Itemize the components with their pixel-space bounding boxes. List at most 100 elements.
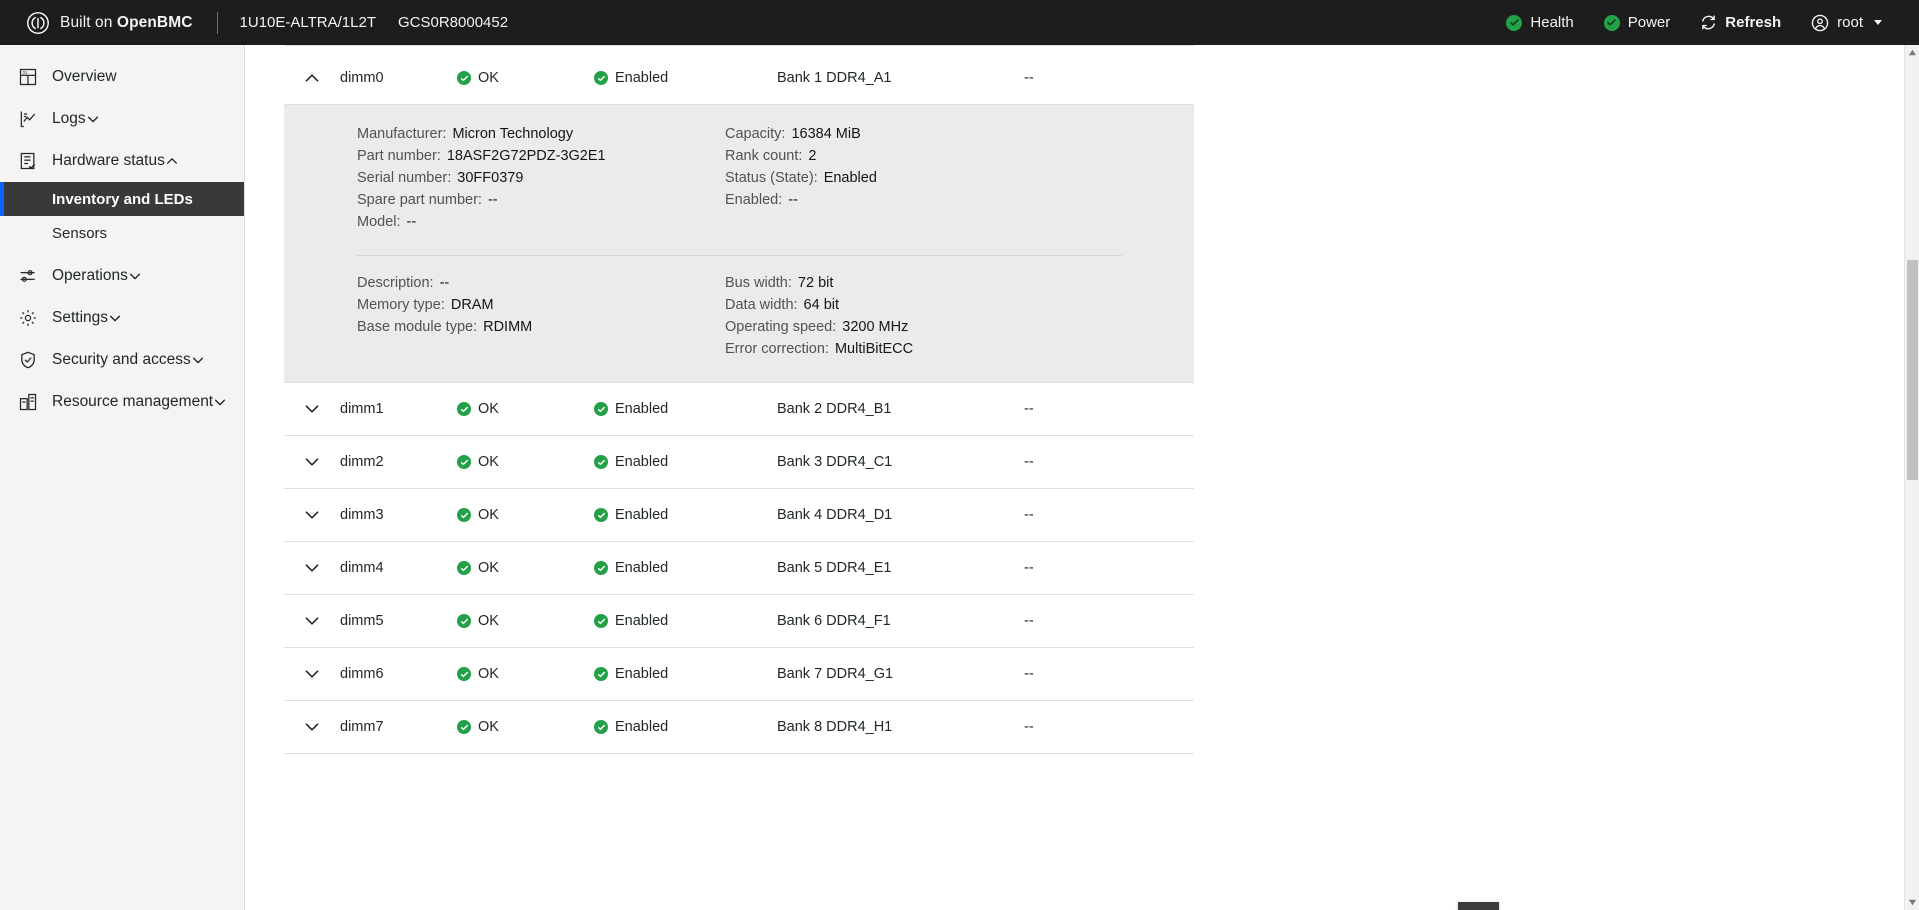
detail-field-bus-width: Bus width: 72 bit <box>725 272 1124 294</box>
detail-section-identity: Manufacturer: Micron Technology Part num… <box>284 123 1194 233</box>
row-location: Bank 5 DDR4_E1 <box>777 560 892 576</box>
scrollbar-arrow-up[interactable] <box>1905 45 1919 60</box>
row-location: Bank 7 DDR4_G1 <box>777 666 894 682</box>
detail-key: Model: <box>357 214 401 230</box>
row-state-label: Enabled <box>615 560 669 576</box>
row-expand-toggle[interactable] <box>284 718 340 736</box>
row-led: -- <box>1024 613 1034 629</box>
sidebar-item-security-and-access[interactable]: Security and access <box>0 339 244 381</box>
sidebar-item-hardware-status[interactable]: Hardware status <box>0 140 244 182</box>
inventory-table: dimm0 OK Enabled Bank 1 DDR4_A1 -- Manuf… <box>284 45 1194 754</box>
row-state-label: Enabled <box>615 613 669 629</box>
detail-value: -- <box>788 192 798 208</box>
row-state: Enabled <box>594 454 777 470</box>
detail-key: Data width: <box>725 297 798 313</box>
row-health-label: OK <box>478 719 499 735</box>
status-ok-icon <box>457 667 471 681</box>
row-health: OK <box>457 507 594 523</box>
header-actions: Health Power Refresh root <box>1491 0 1919 45</box>
row-name: dimm2 <box>340 454 384 470</box>
user-menu-button[interactable]: root <box>1796 0 1897 45</box>
sidebar-label-operations: Operations <box>52 267 128 284</box>
scrollbar-arrow-down[interactable] <box>1905 895 1919 910</box>
row-expand-toggle[interactable] <box>284 665 340 683</box>
sidebar-item-logs[interactable]: Logs <box>0 98 244 140</box>
sidebar-item-overview[interactable]: 01 Overview <box>0 56 244 98</box>
chevron-down-icon <box>128 269 142 283</box>
sidebar-item-settings[interactable]: Settings <box>0 297 244 339</box>
brand-label: Built on OpenBMC <box>60 13 193 31</box>
row-location: Bank 2 DDR4_B1 <box>777 401 892 417</box>
sidebar-label-resource-management: Resource management <box>52 393 214 410</box>
row-state-label: Enabled <box>615 401 669 417</box>
detail-key: Rank count: <box>725 148 803 164</box>
row-state: Enabled <box>594 666 777 682</box>
row-name: dimm3 <box>340 507 384 523</box>
row-health-label: OK <box>478 560 499 576</box>
row-expand-toggle[interactable] <box>284 400 340 418</box>
user-label: root <box>1837 14 1863 31</box>
row-state: Enabled <box>594 70 777 86</box>
table-top-divider <box>284 45 1194 52</box>
chevron-down-icon <box>303 612 321 630</box>
sidebar-item-operations[interactable]: Operations <box>0 255 244 297</box>
detail-field-data-width: Data width: 64 bit <box>725 294 1124 316</box>
scrollbar-thumb[interactable] <box>1907 260 1918 480</box>
status-enabled-icon <box>594 667 608 681</box>
table-row[interactable]: dimm2 OK Enabled Bank 3 DDR4_C1 -- <box>284 436 1194 489</box>
table-row[interactable]: dimm0 OK Enabled Bank 1 DDR4_A1 -- <box>284 52 1194 105</box>
svg-text:01: 01 <box>23 70 29 75</box>
detail-value: RDIMM <box>483 319 533 335</box>
row-health: OK <box>457 454 594 470</box>
power-check-icon <box>1603 14 1620 31</box>
brand[interactable]: Built on OpenBMC <box>0 11 193 35</box>
shield-check-icon <box>18 350 52 370</box>
row-location: Bank 6 DDR4_F1 <box>777 613 891 629</box>
detail-field-status-state: Status (State): Enabled <box>725 167 1124 189</box>
sidebar-label-overview: Overview <box>52 68 117 85</box>
sidebar-item-resource-management[interactable]: Resource management <box>0 381 244 423</box>
row-health-label: OK <box>478 613 499 629</box>
row-state-label: Enabled <box>615 507 669 523</box>
table-row[interactable]: dimm4 OK Enabled Bank 5 DDR4_E1 -- <box>284 542 1194 595</box>
row-expand-toggle[interactable] <box>284 559 340 577</box>
openbmc-logo-icon <box>26 11 60 35</box>
main-content: dimm0 OK Enabled Bank 1 DDR4_A1 -- Manuf… <box>245 45 1919 910</box>
sidebar-item-inventory-and-leds[interactable]: Inventory and LEDs <box>0 182 244 216</box>
status-ok-icon <box>457 614 471 628</box>
detail-column-right: Capacity: 16384 MiB Rank count: 2 Status… <box>694 123 1124 233</box>
row-led: -- <box>1024 507 1034 523</box>
row-name: dimm6 <box>340 666 384 682</box>
row-detail-panel: Manufacturer: Micron Technology Part num… <box>284 105 1194 383</box>
detail-key: Manufacturer: <box>357 126 447 142</box>
detail-key: Bus width: <box>725 275 792 291</box>
detail-value: Micron Technology <box>452 126 574 142</box>
refresh-button[interactable]: Refresh <box>1685 0 1796 45</box>
health-status-button[interactable]: Health <box>1491 0 1588 45</box>
power-status-button[interactable]: Power <box>1589 0 1686 45</box>
sidebar-label-logs: Logs <box>52 110 86 127</box>
row-location: Bank 3 DDR4_C1 <box>777 454 893 470</box>
table-row[interactable]: dimm1 OK Enabled Bank 2 DDR4_B1 -- <box>284 383 1194 436</box>
sliders-icon <box>18 266 52 286</box>
health-label: Health <box>1530 14 1574 31</box>
row-expand-toggle[interactable] <box>284 453 340 471</box>
sidebar-item-sensors[interactable]: Sensors <box>0 216 244 250</box>
table-row[interactable]: dimm5 OK Enabled Bank 6 DDR4_F1 -- <box>284 595 1194 648</box>
status-enabled-icon <box>594 402 608 416</box>
app-header: Built on OpenBMC 1U10E-ALTRA/1L2T GCS0R8… <box>0 0 1919 45</box>
table-row[interactable]: dimm7 OK Enabled Bank 8 DDR4_H1 -- <box>284 701 1194 754</box>
scroll-to-top-button[interactable] <box>1458 902 1499 910</box>
detail-value: 18ASF2G72PDZ-3G2E1 <box>446 148 606 164</box>
row-state: Enabled <box>594 719 777 735</box>
row-health-label: OK <box>478 454 499 470</box>
chevron-down-icon <box>1874 20 1882 25</box>
table-row[interactable]: dimm3 OK Enabled Bank 4 DDR4_D1 -- <box>284 489 1194 542</box>
row-expand-toggle[interactable] <box>284 506 340 524</box>
row-state-label: Enabled <box>615 666 669 682</box>
detail-key: Memory type: <box>357 297 445 313</box>
row-expand-toggle[interactable] <box>284 612 340 630</box>
table-row[interactable]: dimm6 OK Enabled Bank 7 DDR4_G1 -- <box>284 648 1194 701</box>
row-expand-toggle[interactable] <box>284 69 340 87</box>
page-scrollbar[interactable] <box>1904 45 1919 910</box>
